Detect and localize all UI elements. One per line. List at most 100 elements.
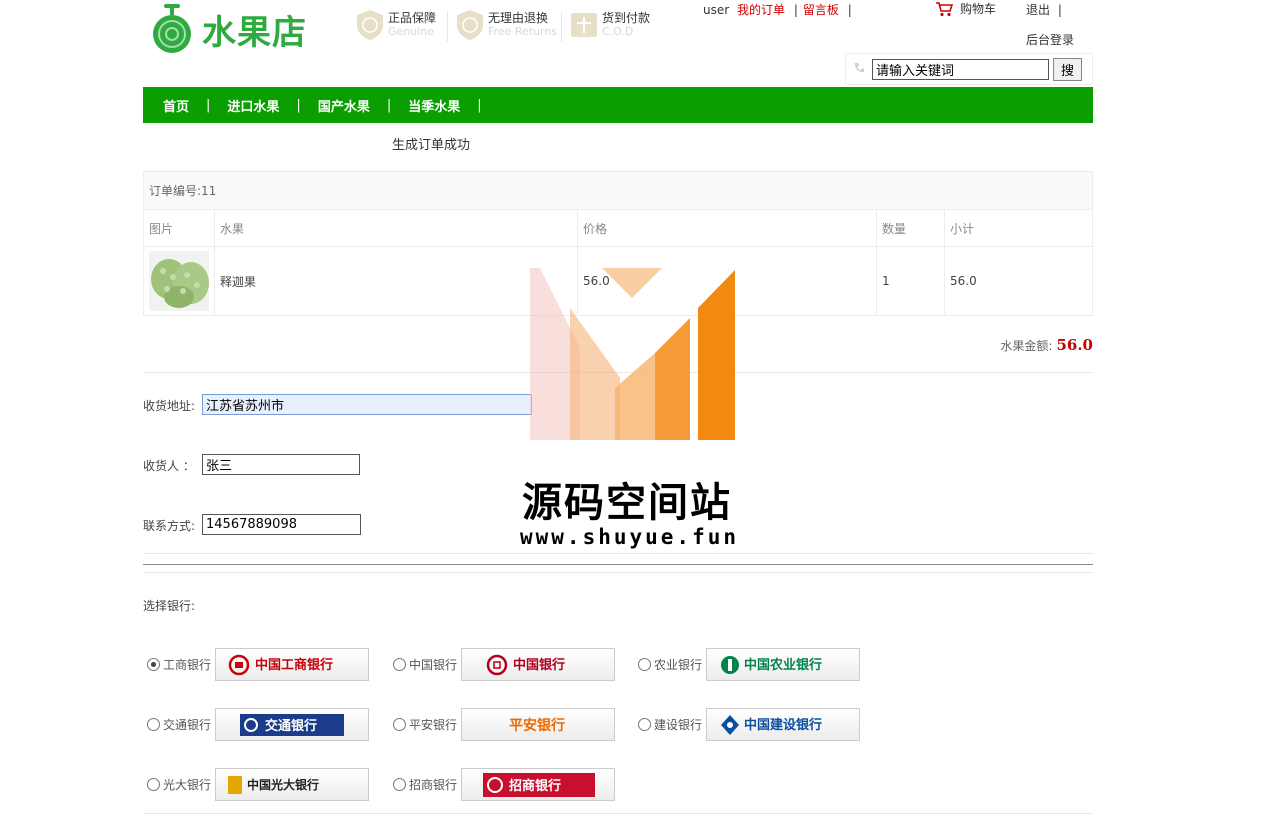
- pingan-logo-icon: 平安银行: [509, 717, 565, 734]
- bank-logo-card[interactable]: 中国工商银行: [215, 648, 370, 681]
- bank-radio[interactable]: [147, 718, 160, 731]
- search-input[interactable]: [872, 59, 1049, 80]
- column-header-image: 图片: [143, 209, 215, 247]
- ccb-logo-icon: 中国建设银行: [721, 714, 822, 735]
- bank-name: 工商银行: [163, 658, 212, 672]
- bank-radio[interactable]: [393, 718, 406, 731]
- message-board-link[interactable]: 留言板: [803, 3, 839, 17]
- cart-link[interactable]: 购物车: [935, 0, 996, 17]
- divider: [143, 813, 1093, 814]
- bank-option-bocom[interactable]: 交通银行 交通银行: [147, 708, 370, 741]
- divider: [143, 564, 1093, 565]
- bank-name: 建设银行: [654, 718, 703, 732]
- bank-option-cmb[interactable]: 招商银行 招商银行: [393, 768, 616, 801]
- receiver-input[interactable]: [202, 454, 360, 475]
- nav-item-domestic[interactable]: 国产水果: [318, 96, 370, 115]
- bank-option-ccb[interactable]: 建设银行 中国建设银行: [638, 708, 861, 741]
- bank-name: 中国银行: [409, 658, 458, 672]
- order-total: 水果金额: 56.0: [1000, 336, 1093, 354]
- returns-badge-icon: [457, 10, 483, 40]
- nav-separator: |: [386, 97, 392, 113]
- bank-option-ceb[interactable]: 光大银行 中国光大银行: [147, 768, 370, 801]
- address-label: 收货地址:: [143, 399, 196, 413]
- product-quantity: 1: [876, 246, 945, 316]
- boc-logo-icon: 中国银行: [486, 654, 565, 675]
- bank-radio[interactable]: [638, 658, 651, 671]
- order-number-row: 订单编号:11: [143, 171, 1093, 210]
- bank-logo-text: 中国光大银行: [247, 777, 319, 792]
- phone-icon: [854, 63, 864, 73]
- watermark-title: 源码空间站: [522, 480, 732, 526]
- bank-logo-card[interactable]: 中国建设银行: [706, 708, 861, 741]
- bank-logo-text: 招商银行: [509, 778, 561, 794]
- logout-link[interactable]: 退出 |: [1026, 1, 1062, 18]
- column-header-price: 价格: [577, 209, 877, 247]
- logout-label: 退出: [1026, 3, 1051, 17]
- bank-logo-text: 中国工商银行: [255, 657, 333, 673]
- promo-genuine: 正品保障 Genuine: [356, 9, 436, 41]
- icbc-logo-icon: 中国工商银行: [228, 654, 333, 675]
- divider: [143, 553, 1093, 554]
- bank-radio[interactable]: [393, 658, 406, 671]
- bank-name: 平安银行: [409, 718, 458, 732]
- bank-logo-card[interactable]: 中国银行: [461, 648, 616, 681]
- promo-divider: [561, 12, 562, 42]
- logo-text: 水果店: [202, 12, 307, 53]
- promo-cod: 货到付款 C.O.D: [570, 9, 650, 41]
- watermark-url: www.shuyue.fun: [520, 525, 740, 549]
- bank-radio[interactable]: [393, 778, 406, 791]
- promo-returns: 无理由退换 Free Returns: [456, 9, 557, 41]
- product-subtotal: 56.0: [944, 246, 1093, 316]
- bank-option-abc[interactable]: 农业银行 中国农业银行: [638, 648, 861, 681]
- address-input[interactable]: [202, 394, 532, 415]
- promo-divider: [447, 12, 448, 42]
- nav-item-imported[interactable]: 进口水果: [227, 96, 279, 115]
- bank-logo-card[interactable]: 招商银行: [461, 768, 616, 801]
- nav-separator: |: [477, 97, 482, 113]
- promo-zh: 正品保障: [388, 11, 437, 25]
- bank-option-boc[interactable]: 中国银行 中国银行: [393, 648, 616, 681]
- shopping-cart-icon: [936, 1, 953, 16]
- bank-name: 农业银行: [654, 658, 703, 672]
- abc-logo-icon: 中国农业银行: [721, 655, 822, 674]
- bank-option-icbc[interactable]: 工商银行 中国工商银行: [147, 648, 370, 681]
- my-orders-link[interactable]: 我的订单: [737, 3, 785, 17]
- username: user: [703, 3, 730, 17]
- table-header-row: 图片 水果 价格 数量 小计: [143, 209, 1093, 247]
- promo-en: Genuine: [388, 25, 435, 38]
- order-number: 订单编号:11: [143, 171, 1093, 210]
- nav-separator: |: [206, 97, 211, 113]
- sugar-apple-image[interactable]: [149, 251, 209, 311]
- nav-separator: |: [296, 97, 301, 113]
- bank-radio[interactable]: [147, 778, 160, 791]
- admin-login-link[interactable]: 后台登录: [1026, 31, 1074, 48]
- bank-radio[interactable]: [638, 718, 651, 731]
- receiver-label: 收货人 ：: [143, 459, 195, 473]
- total-label: 水果金额:: [1000, 339, 1053, 353]
- search-button[interactable]: 搜: [1053, 58, 1082, 81]
- bank-logo-card[interactable]: 交通银行: [215, 708, 370, 741]
- bank-logo-card[interactable]: 中国光大银行: [215, 768, 370, 801]
- contact-input[interactable]: [202, 514, 361, 535]
- nav-item-seasonal[interactable]: 当季水果: [408, 96, 460, 115]
- bank-option-pingan[interactable]: 平安银行 平安银行: [393, 708, 616, 741]
- bank-logo-text: 平安银行: [509, 717, 565, 734]
- nav-item-home[interactable]: 首页: [163, 96, 189, 115]
- bank-radio[interactable]: [147, 658, 160, 671]
- cart-label: 购物车: [960, 2, 997, 16]
- promo-zh: 无理由退换: [488, 11, 549, 25]
- separator: |: [793, 3, 798, 17]
- bank-name: 光大银行: [163, 778, 212, 792]
- bank-logo-card[interactable]: 中国农业银行: [706, 648, 861, 681]
- column-header-subtotal: 小计: [944, 209, 1093, 247]
- fruit-logo-icon: [153, 4, 191, 53]
- site-logo[interactable]: 水果店: [150, 3, 320, 55]
- total-amount: 56.0: [1056, 336, 1093, 354]
- select-bank-label: 选择银行:: [143, 599, 196, 613]
- watermark-logo-icon: [530, 268, 735, 440]
- genuine-badge-icon: [357, 10, 383, 40]
- bank-logo-card[interactable]: 平安银行: [461, 708, 616, 741]
- ceb-logo-icon: 中国光大银行: [228, 775, 319, 794]
- column-header-fruit: 水果: [214, 209, 578, 247]
- product-name: 释迦果: [214, 246, 578, 316]
